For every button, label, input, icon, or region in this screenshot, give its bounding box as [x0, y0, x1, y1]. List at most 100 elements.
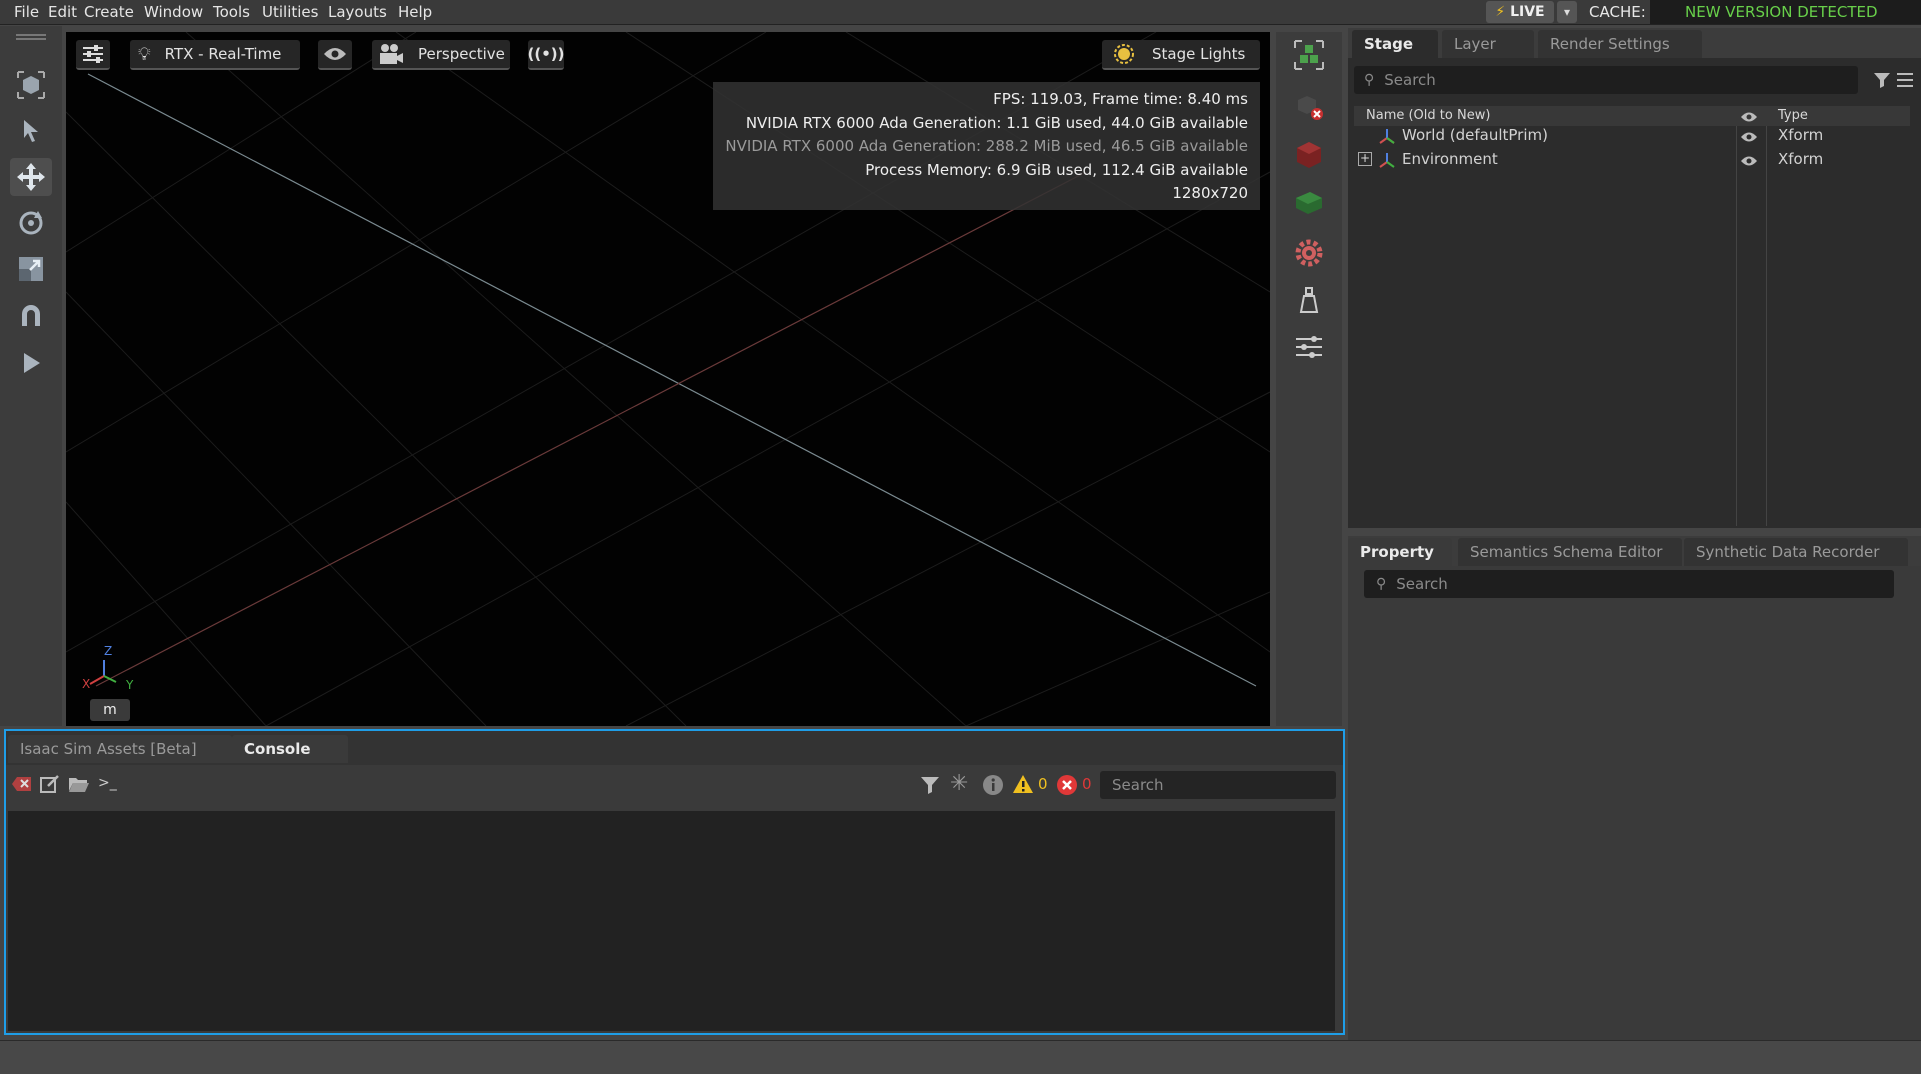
menu-edit[interactable]: Edit [48, 3, 77, 21]
property-panel: Property Semantics Schema Editor Synthet… [1348, 536, 1921, 1040]
stage-search-placeholder: Search [1384, 71, 1436, 89]
stage-lights-button[interactable]: Stage Lights [1102, 40, 1260, 70]
tab-semantics-schema-editor[interactable]: Semantics Schema Editor [1458, 538, 1682, 566]
menu-help[interactable]: Help [398, 3, 432, 21]
right-tool-strip [1276, 32, 1342, 726]
viewport-settings-button[interactable] [76, 40, 110, 70]
console-toolbar: >_ ✳︎ 0 0 Search [6, 765, 1343, 805]
error-icon[interactable] [1056, 774, 1078, 796]
menu-file[interactable]: File [14, 3, 39, 21]
move-tool-button[interactable] [10, 158, 52, 196]
error-count: 0 [1082, 775, 1092, 793]
xform-icon [1379, 129, 1395, 144]
stage-tabbar: Stage Layer Render Settings [1348, 28, 1921, 58]
viewport[interactable]: 💡︎ RTX - Real-Time Perspective ((•)) Sta… [66, 32, 1270, 726]
menu-create[interactable]: Create [84, 3, 134, 21]
folder-open-icon[interactable] [68, 775, 90, 793]
tree-row-world[interactable]: World (defaultPrim) Xform [1348, 124, 1921, 148]
info-icon[interactable] [982, 774, 1004, 796]
magnet-icon [22, 305, 40, 326]
scale-tool-button[interactable] [10, 250, 52, 288]
menu-layouts[interactable]: Layouts [328, 3, 387, 21]
render-mode-button[interactable]: 💡︎ RTX - Real-Time [130, 40, 300, 70]
physics-settings-button[interactable] [1288, 234, 1330, 272]
create-plane-button[interactable] [1288, 184, 1330, 222]
broadcast-icon: ((•)) [527, 45, 565, 63]
weight-button[interactable] [1288, 282, 1330, 320]
rotate-icon [19, 211, 43, 235]
select-tool-button[interactable] [10, 112, 52, 150]
search-icon: ⚲ [1376, 576, 1387, 592]
filter-icon[interactable] [1872, 70, 1892, 90]
camera-label: Perspective [418, 45, 505, 63]
xform-icon [1379, 153, 1395, 168]
axis-y-label: Y [126, 678, 134, 692]
cube-delete-icon [1298, 96, 1323, 120]
live-button[interactable]: ⚡ LIVE [1486, 1, 1554, 23]
live-dropdown[interactable]: ▾ [1557, 1, 1577, 23]
console-search-input[interactable]: Search [1100, 771, 1336, 799]
stream-button[interactable]: ((•)) [527, 40, 565, 70]
sliders-icon [83, 45, 103, 63]
sliders-icon [1296, 336, 1322, 358]
play-icon [24, 353, 40, 373]
cursor-arrow-icon [24, 120, 38, 142]
tab-stage[interactable]: Stage [1352, 30, 1438, 58]
cache-label: CACHE: [1589, 3, 1646, 21]
stats-overlay: FPS: 119.03, Frame time: 8.40 ms NVIDIA … [713, 82, 1260, 210]
stage-lights-label: Stage Lights [1152, 45, 1246, 63]
eye-icon [324, 48, 346, 60]
console-log-area[interactable] [8, 811, 1335, 1031]
console-search-placeholder: Search [1112, 776, 1164, 794]
cache-status: NEW VERSION DETECTED [1650, 0, 1921, 24]
menu-utilities[interactable]: Utilities [262, 3, 318, 21]
warning-icon[interactable] [1012, 774, 1034, 794]
tree-row-type: Xform [1778, 126, 1824, 144]
asterisk-icon[interactable]: ✳︎ [950, 771, 968, 796]
move-arrows-icon [17, 163, 45, 191]
stage-search-input[interactable]: ⚲ Search [1354, 66, 1858, 94]
camera-icon [380, 44, 403, 64]
unit-label: m [90, 699, 130, 721]
property-search-placeholder: Search [1396, 575, 1448, 593]
live-label: LIVE [1510, 4, 1545, 20]
rotate-tool-button[interactable] [10, 204, 52, 242]
tree-row-environment[interactable]: + Environment Xform [1348, 148, 1921, 172]
clear-console-icon[interactable] [12, 775, 32, 793]
visibility-button[interactable] [318, 40, 352, 70]
tab-property[interactable]: Property [1348, 538, 1452, 566]
chevron-down-icon: ▾ [1563, 5, 1571, 19]
create-cube-button[interactable] [1288, 136, 1330, 174]
edit-icon[interactable] [40, 775, 60, 793]
gear-icon [1295, 239, 1323, 267]
frame-selection-button[interactable] [1288, 36, 1330, 74]
play-button[interactable] [10, 344, 52, 382]
command-prompt-icon[interactable]: >_ [98, 775, 117, 791]
select-mode-button[interactable] [10, 66, 52, 104]
column-divider [1736, 126, 1737, 526]
column-divider [1766, 126, 1767, 526]
expand-plus-icon[interactable]: + [1358, 152, 1372, 166]
toolbar-grip[interactable] [10, 30, 52, 44]
tab-synthetic-data-recorder[interactable]: Synthetic Data Recorder [1684, 538, 1908, 566]
clear-selection-button[interactable] [1288, 88, 1330, 126]
filter-icon[interactable] [920, 775, 940, 795]
grip-icon [16, 34, 46, 40]
tab-isaac-sim-assets[interactable]: Isaac Sim Assets [Beta] [8, 735, 232, 763]
eye-icon[interactable] [1740, 131, 1758, 143]
tool-settings-button[interactable] [1288, 328, 1330, 366]
tab-render-settings[interactable]: Render Settings [1538, 30, 1702, 58]
property-search-input[interactable]: ⚲ Search [1364, 570, 1894, 598]
gpu1-stat: NVIDIA RTX 6000 Ada Generation: 1.1 GiB … [745, 113, 1248, 132]
visibility-column-eye-icon[interactable] [1740, 111, 1758, 123]
hamburger-menu-icon[interactable] [1896, 72, 1914, 88]
snap-tool-button[interactable] [10, 298, 52, 336]
tab-console[interactable]: Console [232, 735, 348, 763]
eye-icon[interactable] [1740, 155, 1758, 167]
property-tabbar: Property Semantics Schema Editor Synthet… [1348, 536, 1921, 566]
menu-tools[interactable]: Tools [213, 3, 250, 21]
menu-window[interactable]: Window [144, 3, 203, 21]
tree-row-name: World (defaultPrim) [1402, 126, 1548, 144]
camera-button[interactable]: Perspective [372, 40, 510, 70]
tab-layer[interactable]: Layer [1442, 30, 1534, 58]
